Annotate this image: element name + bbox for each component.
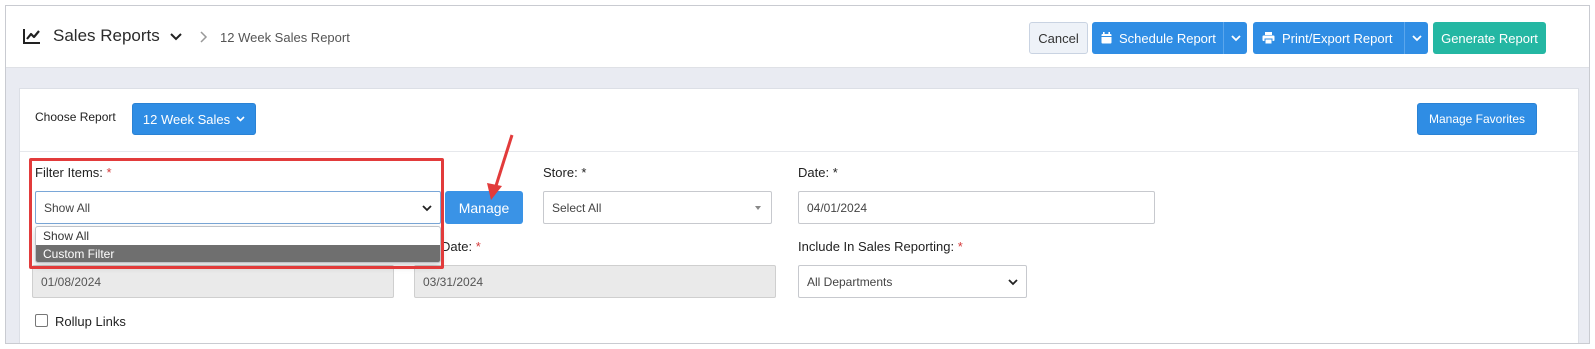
app-frame: Sales Reports 12 Week Sales Report Cance… bbox=[5, 5, 1590, 344]
chevron-down-icon[interactable] bbox=[169, 32, 183, 42]
chevron-down-icon bbox=[1230, 34, 1241, 41]
report-panel: Choose Report 12 Week Sales Manage Favor… bbox=[19, 88, 1579, 343]
chevron-down-icon bbox=[236, 116, 245, 122]
top-bar: Sales Reports 12 Week Sales Report Cance… bbox=[6, 6, 1589, 68]
include-sales-select[interactable]: All Departments bbox=[798, 265, 1027, 298]
filter-items-label: Filter Items: * bbox=[35, 165, 112, 180]
rollup-links-checkbox[interactable] bbox=[35, 314, 48, 327]
report-select-label: 12 Week Sales bbox=[142, 111, 231, 127]
date-label: Date: * bbox=[798, 165, 838, 180]
schedule-dropdown-toggle[interactable] bbox=[1223, 22, 1247, 54]
dropdown-option-custom-filter[interactable]: Custom Filter bbox=[36, 245, 440, 262]
chevron-down-icon bbox=[422, 205, 432, 212]
schedule-report-label: Schedule Report bbox=[1119, 30, 1216, 46]
chevron-down-icon bbox=[1008, 279, 1018, 286]
rollup-links-label: Rollup Links bbox=[55, 314, 126, 329]
report-select-button[interactable]: 12 Week Sales bbox=[132, 103, 256, 135]
choose-report-label: Choose Report bbox=[35, 110, 116, 124]
chevron-right-icon bbox=[200, 31, 208, 43]
generate-report-button[interactable]: Generate Report bbox=[1433, 22, 1546, 54]
manage-favorites-button[interactable]: Manage Favorites bbox=[1417, 103, 1537, 135]
filter-items-dropdown: Show All Custom Filter bbox=[35, 226, 441, 263]
chevron-down-icon bbox=[1411, 34, 1422, 41]
printer-icon bbox=[1262, 32, 1275, 44]
page-title: Sales Reports bbox=[53, 26, 160, 45]
print-export-button[interactable]: Print/Export Report bbox=[1253, 22, 1428, 54]
breadcrumb: 12 Week Sales Report bbox=[220, 30, 350, 45]
end-date-input: 03/31/2024 bbox=[414, 265, 776, 298]
dropdown-option-show-all[interactable]: Show All bbox=[36, 227, 440, 245]
line-chart-icon bbox=[23, 29, 40, 44]
include-sales-label: Include In Sales Reporting: * bbox=[798, 239, 963, 254]
store-select[interactable]: Select All bbox=[543, 191, 772, 224]
schedule-report-button[interactable]: Schedule Report bbox=[1092, 22, 1247, 54]
store-label: Store: * bbox=[543, 165, 587, 180]
calendar-icon bbox=[1101, 32, 1112, 44]
manage-filter-button[interactable]: Manage bbox=[445, 191, 523, 224]
end-date-label: Date: * bbox=[441, 239, 481, 254]
caret-down-icon bbox=[755, 206, 761, 210]
filter-items-select[interactable]: Show All bbox=[35, 191, 441, 224]
report-selector-row: Choose Report 12 Week Sales Manage Favor… bbox=[20, 89, 1578, 152]
cancel-button[interactable]: Cancel bbox=[1029, 22, 1088, 54]
print-export-label: Print/Export Report bbox=[1282, 30, 1393, 46]
start-date-input: 01/08/2024 bbox=[32, 265, 394, 298]
date-input[interactable]: 04/01/2024 bbox=[798, 191, 1155, 224]
print-dropdown-toggle[interactable] bbox=[1404, 22, 1428, 54]
